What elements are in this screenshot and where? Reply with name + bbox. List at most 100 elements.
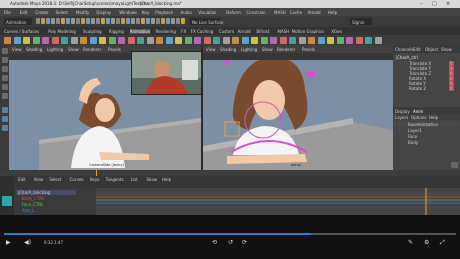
shelf-tab[interactable]: Rigging	[109, 29, 124, 34]
status-tool-icon[interactable]	[181, 18, 185, 24]
menu-item-deform[interactable]: Deform	[226, 10, 241, 15]
shelf-tab[interactable]: Sculpting	[83, 29, 102, 34]
menu-item-select[interactable]: Select	[56, 10, 68, 15]
status-tool-icon[interactable]	[161, 18, 165, 24]
shelf-tab[interactable]: Motion Graphics	[292, 29, 325, 34]
menu-item-display[interactable]: Display	[96, 10, 111, 15]
shelf-tool-icon[interactable]	[203, 36, 211, 44]
vp-right-menu-panels[interactable]: Panels	[302, 47, 315, 52]
menu-item-key[interactable]: Key	[142, 10, 149, 15]
shelf-tool-icon[interactable]	[165, 36, 173, 44]
shelf-tool-icon[interactable]	[251, 36, 258, 44]
menu-item-windows[interactable]: Windows	[119, 10, 137, 15]
shelf-tool-icon[interactable]	[346, 36, 353, 44]
graph-menu-item[interactable]: Select	[49, 177, 61, 182]
shelf-tool-icon[interactable]	[289, 36, 296, 44]
shelf-tab[interactable]: FX Caching	[191, 29, 213, 34]
fullscreen-icon[interactable]: ⤢	[440, 239, 445, 247]
forward-icon[interactable]: ⟳	[242, 239, 247, 246]
close-icon[interactable]: ×	[446, 1, 450, 7]
tab-object[interactable]: Object	[425, 47, 438, 52]
graph-menu-item[interactable]: List	[131, 177, 138, 182]
status-tool-icon[interactable]	[41, 18, 45, 24]
status-tool-icon[interactable]	[171, 18, 175, 24]
shelf-tab[interactable]: MASH	[278, 29, 290, 34]
vp-left-menu-show[interactable]: Show	[68, 47, 79, 52]
layout-two-icon[interactable]	[1, 125, 8, 131]
tab-channels[interactable]: Channels	[395, 47, 414, 52]
shelf-tool-icon[interactable]	[317, 36, 325, 44]
tab-edit[interactable]: Edit	[413, 47, 421, 52]
shelf-tool-icon[interactable]	[127, 36, 135, 44]
vp-left-menu-renderer[interactable]: Renderer	[83, 47, 101, 52]
shelf-tab[interactable]: Curves / Surfaces	[4, 29, 39, 34]
shelf-tool-icon[interactable]	[194, 36, 201, 44]
shelf-tool-icon[interactable]	[232, 36, 239, 44]
shelf-tool-icon[interactable]	[51, 36, 59, 44]
signin-button[interactable]: Signin	[350, 18, 372, 25]
channel-row[interactable]: Rotate Z 0	[395, 86, 458, 91]
outliner-row[interactable]: Arm_L	[16, 208, 76, 213]
viewport-left[interactable]: View Shading Lighting Show Renderer Pane…	[9, 45, 201, 170]
draw-icon[interactable]: ✎	[408, 239, 413, 246]
status-tool-icon[interactable]	[166, 18, 170, 24]
status-tool-icon[interactable]	[91, 18, 95, 24]
shelf-tool-icon[interactable]	[23, 36, 30, 44]
shelf-tool-icon[interactable]	[270, 36, 277, 44]
layer-menu-options[interactable]: Options	[411, 115, 426, 120]
vp-left-menu-panels[interactable]: Panels	[108, 47, 121, 52]
rotate-tool-icon[interactable]	[1, 84, 8, 90]
anim-layer-row[interactable]: Layer1	[394, 128, 459, 133]
lasso-tool-icon[interactable]	[1, 57, 8, 63]
menu-item-file[interactable]: File	[4, 10, 11, 15]
reference-video-inset[interactable]	[131, 51, 201, 95]
menu-item-arnold[interactable]: Arnold	[308, 10, 321, 15]
shelf-tab[interactable]: Poly Modeling	[48, 29, 76, 34]
shelf-tool-icon[interactable]	[61, 36, 68, 44]
tab-show[interactable]: Show	[441, 47, 452, 52]
vp-right-menu-renderer[interactable]: Renderer	[277, 47, 295, 52]
status-tool-icon[interactable]	[116, 18, 120, 24]
graph-menu-item[interactable]: Help	[162, 177, 171, 182]
status-tool-icon[interactable]	[146, 18, 150, 24]
status-tool-icon[interactable]	[61, 18, 65, 24]
shelf-tool-icon[interactable]	[222, 36, 230, 44]
status-tool-icon[interactable]	[131, 18, 135, 24]
shelf-tab[interactable]: Bifrost	[256, 29, 269, 34]
status-tool-icon[interactable]	[36, 18, 40, 24]
graph-menu-item[interactable]: Keys	[90, 177, 99, 182]
shelf-tool-icon[interactable]	[42, 36, 49, 44]
status-tool-icon[interactable]	[51, 18, 55, 24]
status-tool-icon[interactable]	[86, 18, 90, 24]
status-tool-icon[interactable]	[106, 18, 110, 24]
menu-item-audio[interactable]: Audio	[180, 10, 191, 15]
volume-icon[interactable]: ◀)	[24, 239, 31, 246]
shelf-tool-icon[interactable]	[175, 36, 182, 44]
shelf-tool-icon[interactable]	[70, 36, 78, 44]
vp-left-menu-lighting[interactable]: Lighting	[47, 47, 63, 52]
shelf-tool-icon[interactable]	[99, 36, 106, 44]
status-tool-icon[interactable]	[126, 18, 130, 24]
status-tool-icon[interactable]	[121, 18, 125, 24]
status-tool-icon[interactable]	[176, 18, 180, 24]
vp-left-menu-view[interactable]: View	[12, 47, 22, 52]
select-tool-icon[interactable]	[1, 48, 8, 54]
outliner-row[interactable]: Face_CTRL	[16, 202, 76, 207]
status-tool-icon[interactable]	[81, 18, 85, 24]
status-tool-icon[interactable]	[156, 18, 160, 24]
shelf-tool-icon[interactable]	[355, 36, 363, 44]
shelf-tool-icon[interactable]	[365, 36, 372, 44]
minimize-icon[interactable]: –	[420, 1, 423, 7]
shelf-tool-icon[interactable]	[80, 36, 87, 44]
menu-item-help[interactable]: Help	[328, 10, 337, 15]
mode-selector[interactable]: Animation	[4, 18, 32, 25]
status-tool-icon[interactable]	[76, 18, 80, 24]
shelf-tab[interactable]: FX	[181, 29, 186, 34]
shelf-tab[interactable]: Animation	[129, 28, 151, 34]
layout-single-icon[interactable]	[1, 107, 8, 113]
shelf-tool-icon[interactable]	[327, 36, 334, 44]
player-progress-track[interactable]	[4, 233, 456, 235]
anim-layer-row[interactable]: Face	[394, 134, 459, 139]
layout-four-icon[interactable]	[1, 116, 8, 122]
shelf-tool-icon[interactable]	[336, 36, 344, 44]
